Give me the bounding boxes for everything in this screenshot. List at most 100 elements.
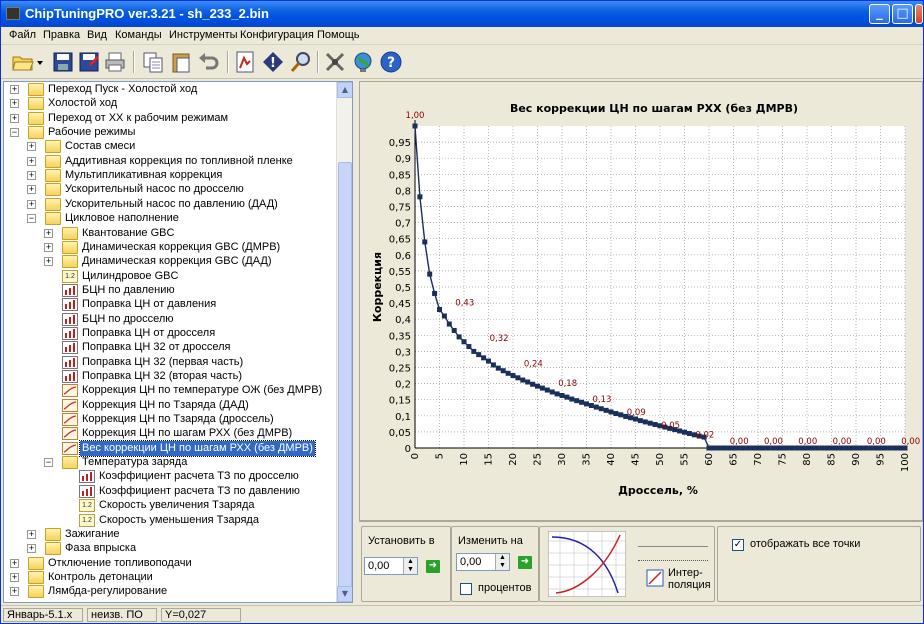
- data-point[interactable]: [446, 321, 452, 327]
- data-point[interactable]: [892, 445, 898, 451]
- menu-help[interactable]: Помощь: [317, 29, 360, 41]
- tree-node[interactable]: Коррекция ЦН по Тзаряда (ДАД): [4, 398, 334, 413]
- data-point[interactable]: [549, 389, 555, 395]
- collapse-icon[interactable]: −: [27, 214, 36, 224]
- tree-node[interactable]: + Динамическая коррекция GBC (ДМРВ): [4, 240, 334, 255]
- save-icon[interactable]: [51, 50, 75, 74]
- tree-node[interactable]: Поправка ЦН от дросселя: [4, 326, 334, 341]
- data-point[interactable]: [603, 407, 609, 413]
- tree-node[interactable]: + Лямбда-регулирование: [4, 584, 334, 599]
- tree-node[interactable]: + Холостой ход: [4, 96, 334, 111]
- expand-icon[interactable]: +: [27, 171, 36, 181]
- menu-view[interactable]: Вид: [87, 29, 107, 41]
- percent-checkbox[interactable]: [460, 583, 472, 595]
- tree-node[interactable]: + Фаза впрыска: [4, 541, 334, 556]
- data-point[interactable]: [505, 370, 511, 376]
- data-point[interactable]: [642, 419, 648, 425]
- data-point[interactable]: [417, 194, 423, 200]
- data-point[interactable]: [858, 445, 864, 451]
- print-icon[interactable]: [103, 50, 127, 74]
- tree-node[interactable]: + Ускорительный насос по давлению (ДАД): [4, 197, 334, 212]
- expand-icon[interactable]: +: [27, 142, 36, 152]
- save-as-icon[interactable]: [77, 50, 101, 74]
- tree-node[interactable]: 1.2 Скорость уменьшения Тзаряда: [4, 513, 334, 528]
- data-point[interactable]: [520, 377, 526, 383]
- tree-node[interactable]: + Динамическая коррекция GBC (ДАД): [4, 254, 334, 269]
- maximize-button[interactable]: □: [892, 4, 913, 24]
- tree-node[interactable]: Коэффициент расчета ТЗ по давлению: [4, 484, 334, 499]
- tree-view[interactable]: + Переход Пуск - Холостой ход + Холостой хо…: [3, 81, 353, 603]
- data-point[interactable]: [618, 412, 624, 418]
- interp-slider-2[interactable]: [638, 553, 708, 561]
- scroll-down-button[interactable]: ▼: [337, 586, 352, 602]
- data-point[interactable]: [608, 409, 614, 415]
- scroll-thumb[interactable]: [338, 162, 352, 592]
- paste-icon[interactable]: [169, 50, 193, 74]
- tree-node[interactable]: − Рабочие режимы: [4, 125, 334, 140]
- data-point[interactable]: [539, 385, 545, 391]
- tree-scrollbar[interactable]: ▲ ▼: [336, 82, 352, 602]
- data-point[interactable]: [579, 399, 585, 405]
- tree-node[interactable]: + Аддитивная коррекция по топливной пленк…: [4, 154, 334, 169]
- expand-icon[interactable]: +: [10, 572, 19, 582]
- show-all-points-checkbox[interactable]: ✓: [732, 539, 744, 551]
- tree-node[interactable]: Коэффициент расчета ТЗ по дросселю: [4, 469, 334, 484]
- globe-icon[interactable]: [351, 50, 375, 74]
- expand-icon[interactable]: +: [10, 99, 19, 109]
- search-icon[interactable]: [289, 50, 313, 74]
- data-point[interactable]: [647, 420, 653, 426]
- data-point[interactable]: [422, 239, 428, 245]
- open-map-icon[interactable]: [233, 50, 257, 74]
- data-point[interactable]: [682, 429, 687, 435]
- data-point[interactable]: [490, 362, 496, 368]
- data-point[interactable]: [535, 383, 540, 389]
- apply-set-button[interactable]: ➜: [426, 560, 440, 573]
- expand-icon[interactable]: +: [27, 544, 36, 554]
- data-point[interactable]: [441, 313, 447, 319]
- open-icon[interactable]: [11, 50, 35, 74]
- menu-commands[interactable]: Команды: [115, 29, 162, 41]
- tree-node[interactable]: + Состав смеси: [4, 139, 334, 154]
- data-point[interactable]: [652, 421, 658, 427]
- tree-node[interactable]: Поправка ЦН 32 (первая часть): [4, 355, 334, 370]
- interpolation-button-icon[interactable]: [646, 569, 664, 587]
- tree-node[interactable]: + Квантование GBC: [4, 226, 334, 241]
- data-point[interactable]: [515, 375, 521, 381]
- data-point[interactable]: [721, 445, 727, 451]
- data-point[interactable]: [481, 355, 487, 361]
- undo-icon[interactable]: [197, 50, 221, 74]
- tree-node[interactable]: − Цикловое наполнение: [4, 211, 334, 226]
- data-point[interactable]: [593, 404, 599, 410]
- tree-node[interactable]: Вес коррекции ЦН по шагам РХХ (без ДМРВ): [4, 439, 334, 457]
- data-point[interactable]: [437, 307, 442, 313]
- tree-node[interactable]: + Переход от ХХ к рабочим режимам: [4, 111, 334, 126]
- data-point[interactable]: [784, 445, 790, 451]
- tree-node[interactable]: БЦН по дросселю: [4, 312, 334, 327]
- expand-icon[interactable]: +: [27, 156, 36, 166]
- data-point[interactable]: [750, 445, 756, 451]
- tree-node[interactable]: БЦН по давлению: [4, 283, 334, 298]
- expand-icon[interactable]: +: [44, 228, 53, 238]
- data-point[interactable]: [598, 406, 604, 412]
- data-point[interactable]: [471, 348, 477, 354]
- tree-node[interactable]: Поправка ЦН от давления: [4, 297, 334, 312]
- menu-config[interactable]: Конфигурация: [240, 29, 314, 41]
- tree-node[interactable]: 1.2 Цилиндровое GBC: [4, 269, 334, 284]
- data-point[interactable]: [412, 123, 418, 129]
- expand-icon[interactable]: +: [27, 185, 36, 195]
- tools-icon[interactable]: [323, 50, 347, 74]
- data-point[interactable]: [584, 401, 589, 407]
- data-point[interactable]: [554, 391, 560, 397]
- data-point[interactable]: [716, 445, 722, 451]
- title-bar[interactable]: ChipTuningPRO ver.3.21 - sh_233_2.bin _ …: [1, 1, 923, 27]
- data-point[interactable]: [461, 339, 467, 345]
- tree-node[interactable]: Поправка ЦН 32 от дросселя: [4, 340, 334, 355]
- expand-icon[interactable]: +: [10, 85, 19, 94]
- data-point[interactable]: [510, 373, 516, 379]
- tree-node[interactable]: + Переход Пуск - Холостой ход: [4, 82, 334, 97]
- spin-arrows-icon[interactable]: ▲ ▼: [403, 558, 417, 574]
- data-point[interactable]: [711, 445, 717, 451]
- data-point[interactable]: [706, 445, 712, 451]
- spin-arrows-icon[interactable]: ▲ ▼: [495, 554, 509, 570]
- data-point[interactable]: [451, 327, 457, 333]
